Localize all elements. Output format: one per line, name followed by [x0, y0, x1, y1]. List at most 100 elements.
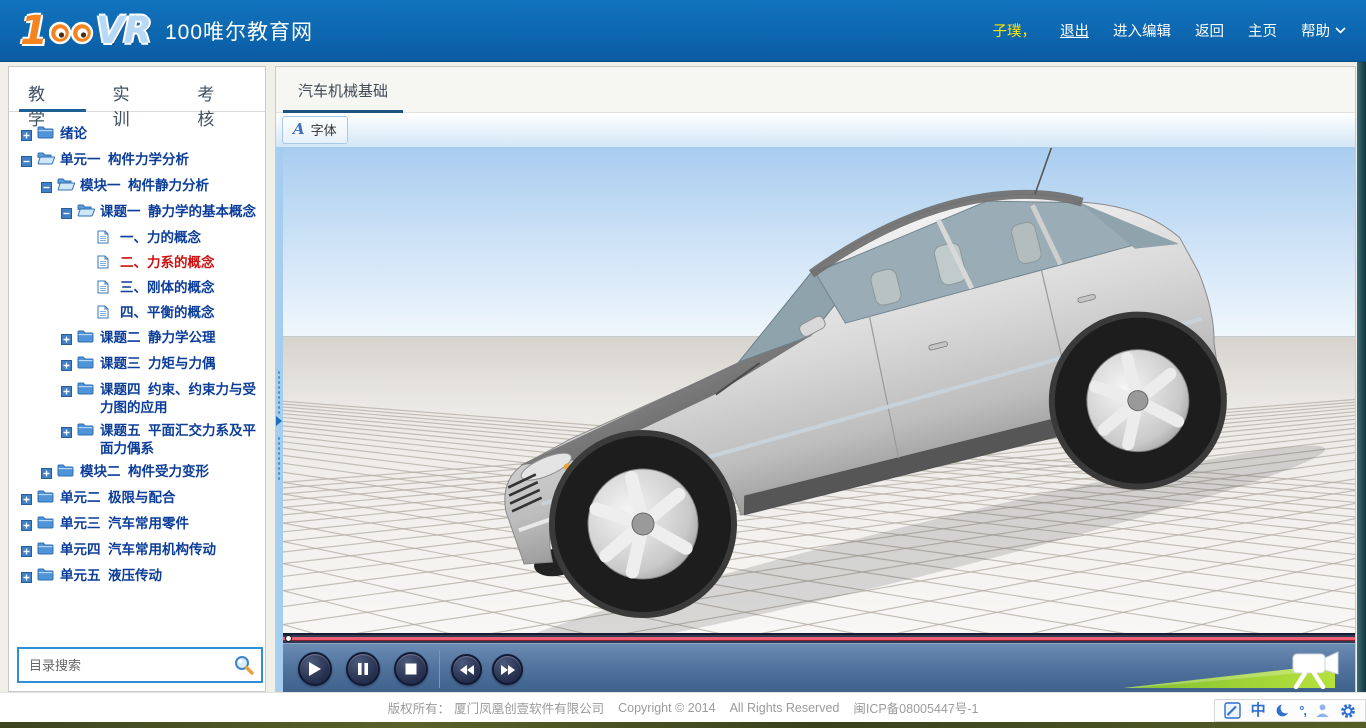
pen-box-icon[interactable]: [1224, 702, 1241, 719]
pause-button[interactable]: [346, 652, 380, 686]
rewind-icon: [459, 664, 475, 676]
person-icon[interactable]: [1315, 703, 1330, 718]
tree-item-label[interactable]: 模块二 构件受力变形: [80, 463, 209, 481]
tree-item-label[interactable]: 一、力的概念: [120, 229, 201, 247]
expand-plus-icon[interactable]: [61, 384, 72, 402]
tree-item[interactable]: 单元五 液压传动: [13, 564, 261, 590]
punctuation-icon[interactable]: °,: [1299, 704, 1306, 717]
tree-item[interactable]: 模块二 构件受力变形: [13, 460, 261, 486]
stop-icon: [405, 663, 417, 675]
folder-closed-icon: [57, 464, 75, 482]
panel-splitter[interactable]: [276, 148, 283, 691]
help-menu[interactable]: 帮助: [1301, 20, 1346, 41]
tree-item[interactable]: 课题一 静力学的基本概念: [13, 200, 261, 226]
enter-edit-link[interactable]: 进入编辑: [1113, 20, 1171, 41]
expand-plus-icon[interactable]: [61, 332, 72, 350]
expand-plus-icon[interactable]: [21, 518, 32, 536]
folder-closed-icon: [77, 382, 95, 400]
document-icon: [97, 230, 115, 249]
expand-plus-icon[interactable]: [21, 544, 32, 562]
expand-plus-icon[interactable]: [61, 425, 72, 443]
viewer-3d-canvas[interactable]: [283, 148, 1355, 633]
tree-item-label[interactable]: 单元五 液压传动: [60, 567, 162, 585]
tree-item-label[interactable]: 四、平衡的概念: [120, 304, 215, 322]
document-icon: [97, 280, 115, 299]
folder-closed-icon: [77, 330, 95, 348]
logo-text-vr: VR: [96, 9, 151, 52]
search-icon[interactable]: [233, 654, 255, 676]
logout-link[interactable]: 退出: [1060, 20, 1089, 41]
tab-training[interactable]: 实 训: [104, 67, 171, 112]
tree-item-label[interactable]: 课题三 力矩与力偶: [100, 355, 216, 373]
folder-closed-icon: [37, 490, 55, 508]
font-button[interactable]: A 字体: [282, 116, 348, 144]
playback-progress-bar[interactable]: [283, 633, 1355, 643]
fast-forward-icon: [500, 664, 516, 676]
folder-closed-icon: [77, 423, 95, 441]
tree-item-label[interactable]: 绪论: [60, 125, 87, 143]
collapse-minus-icon[interactable]: [21, 154, 32, 172]
tree-item[interactable]: 一、力的概念: [13, 226, 261, 251]
tree-item[interactable]: 单元一 构件力学分析: [13, 148, 261, 174]
tab-teaching[interactable]: 教 学: [19, 67, 86, 112]
collapse-minus-icon[interactable]: [41, 180, 52, 198]
play-button[interactable]: [298, 652, 332, 686]
moon-icon[interactable]: [1275, 703, 1290, 718]
tree-item[interactable]: 课题二 静力学公理: [13, 326, 261, 352]
tree-item[interactable]: 单元三 汽车常用零件: [13, 512, 261, 538]
tree-item[interactable]: 单元二 极限与配合: [13, 486, 261, 512]
tree-item-label[interactable]: 模块一 构件静力分析: [80, 177, 209, 195]
tree-item-label[interactable]: 二、力系的概念: [120, 254, 215, 272]
tree-item[interactable]: 绪论: [13, 122, 261, 148]
tree-item[interactable]: 二、力系的概念: [13, 251, 261, 276]
tree-item-label[interactable]: 单元三 汽车常用零件: [60, 515, 189, 533]
tree-item[interactable]: 课题五 平面汇交力系及平面力偶系: [13, 419, 261, 460]
home-link[interactable]: 主页: [1248, 20, 1277, 41]
folder-closed-icon: [37, 516, 55, 534]
tree-item[interactable]: 四、平衡的概念: [13, 301, 261, 326]
ime-chinese-icon[interactable]: 中: [1251, 703, 1266, 718]
icp-number: 闽ICP备08005447号-1: [853, 698, 978, 717]
expand-plus-icon[interactable]: [21, 570, 32, 588]
tree-item-label[interactable]: 课题四 约束、约束力与受力图的应用: [100, 381, 257, 417]
folder-closed-icon: [37, 542, 55, 560]
tree-item[interactable]: 三、刚体的概念: [13, 276, 261, 301]
collapse-minus-icon[interactable]: [61, 206, 72, 224]
tree-item[interactable]: 模块一 构件静力分析: [13, 174, 261, 200]
expand-plus-icon[interactable]: [21, 128, 32, 146]
content-tabbar: 汽车机械基础: [276, 67, 1355, 113]
stop-button[interactable]: [394, 652, 428, 686]
expand-plus-icon[interactable]: [61, 358, 72, 376]
tab-auto-mechanics[interactable]: 汽车机械基础: [283, 67, 403, 113]
tree-item-label[interactable]: 课题一 静力学的基本概念: [100, 203, 256, 221]
tab-assessment[interactable]: 考 核: [188, 67, 255, 112]
help-link[interactable]: 帮助: [1301, 20, 1330, 41]
tree-item-label[interactable]: 课题五 平面汇交力系及平面力偶系: [100, 422, 257, 458]
progress-handle[interactable]: [285, 635, 292, 642]
tree-item-label[interactable]: 课题二 静力学公理: [100, 329, 216, 347]
camera-icon[interactable]: [1281, 649, 1341, 689]
collapse-arrow-icon[interactable]: [276, 416, 282, 426]
top-menu: 子璞， 退出 进入编辑 返回 主页 帮助: [993, 20, 1347, 41]
tree-item-label[interactable]: 单元四 汽车常用机构传动: [60, 541, 216, 559]
back-link[interactable]: 返回: [1195, 20, 1224, 41]
document-icon: [97, 305, 115, 324]
tree-item-label[interactable]: 单元二 极限与配合: [60, 489, 176, 507]
site-logo[interactable]: 1 VR: [20, 8, 151, 54]
tree-item[interactable]: 单元四 汽车常用机构传动: [13, 538, 261, 564]
tree-item[interactable]: 课题三 力矩与力偶: [13, 352, 261, 378]
username: 子璞，: [993, 20, 1037, 41]
expand-plus-icon[interactable]: [41, 466, 52, 484]
tree-item-label[interactable]: 单元一 构件力学分析: [60, 151, 189, 169]
course-sidebar: 教 学 实 训 考 核 绪论单元一 构件力学分析模块一 构件静力分析课题一 静力…: [8, 66, 266, 692]
tree-item-label[interactable]: 三、刚体的概念: [120, 279, 215, 297]
folder-open-icon: [77, 204, 95, 222]
tree-item[interactable]: 课题四 约束、约束力与受力图的应用: [13, 378, 261, 419]
expand-plus-icon[interactable]: [21, 492, 32, 510]
search-input[interactable]: [27, 657, 233, 674]
rewind-button[interactable]: [451, 654, 482, 685]
gear-icon[interactable]: [1340, 703, 1356, 719]
logo-text-100: 1: [20, 8, 48, 54]
fast-forward-button[interactable]: [492, 654, 523, 685]
catalog-search-box: [17, 647, 263, 683]
